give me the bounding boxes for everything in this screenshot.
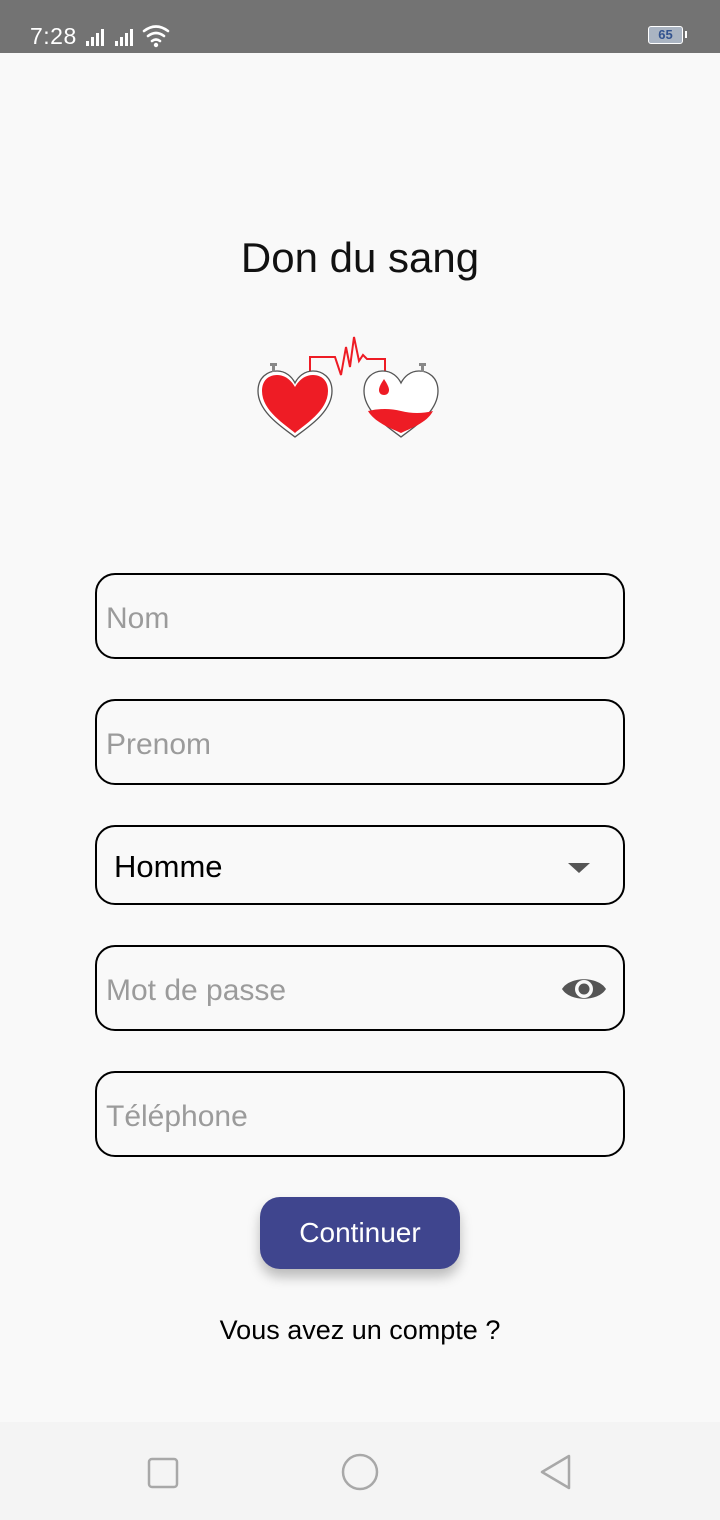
- nom-input[interactable]: [106, 599, 546, 639]
- wifi-icon: [142, 25, 170, 43]
- password-input[interactable]: [106, 971, 546, 1011]
- signal-icon: [86, 29, 104, 46]
- have-account-link[interactable]: Vous avez un compte ?: [0, 1314, 720, 1346]
- home-icon[interactable]: [340, 1452, 380, 1492]
- battery-icon: 65: [648, 26, 683, 44]
- phone-input[interactable]: [106, 1097, 546, 1137]
- app-title: Don du sang: [240, 234, 480, 281]
- navigation-bar: [0, 1422, 720, 1520]
- recent-apps-icon[interactable]: [146, 1456, 180, 1490]
- gender-selected-value: Homme: [114, 849, 223, 884]
- prenom-field[interactable]: [95, 699, 625, 785]
- blood-donation-hearts-icon: [257, 336, 439, 438]
- eye-icon[interactable]: [560, 970, 608, 1008]
- connectivity-icons: [86, 25, 170, 48]
- signal-icon: [115, 29, 133, 46]
- phone-field[interactable]: [95, 1071, 625, 1157]
- gender-select[interactable]: Homme: [95, 825, 625, 905]
- nom-field[interactable]: [95, 573, 625, 659]
- dropdown-arrow-icon: [568, 863, 590, 873]
- password-field[interactable]: [95, 945, 625, 1031]
- continue-button[interactable]: Continuer: [260, 1197, 460, 1269]
- back-icon[interactable]: [536, 1452, 576, 1492]
- status-time: 7:28: [30, 23, 77, 49]
- battery-tip: [685, 31, 687, 38]
- prenom-input[interactable]: [106, 725, 546, 765]
- status-bar: 7:28 65: [0, 0, 720, 53]
